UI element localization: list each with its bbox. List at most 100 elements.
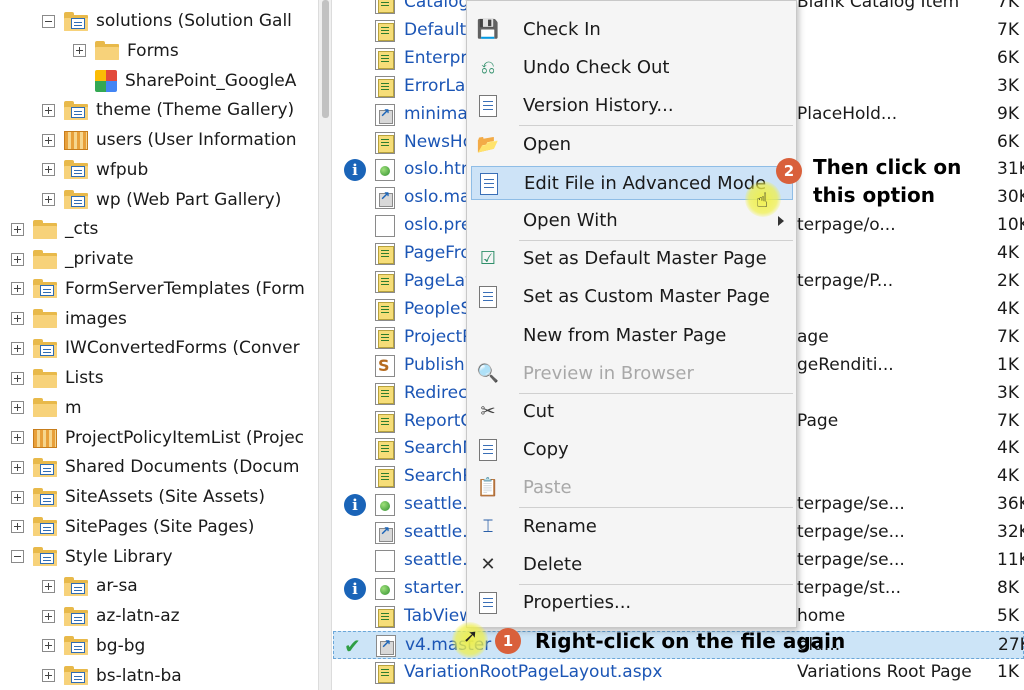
tree-item[interactable]: users (User Information [42, 126, 297, 154]
tree-item[interactable]: bs-latn-ba [42, 662, 182, 690]
tree-item[interactable]: ProjectPolicyItemList (Projec [11, 424, 304, 452]
submenu-arrow-icon [778, 216, 784, 226]
tree-item[interactable]: SharePoint_GoogleA [73, 67, 296, 95]
expand-icon[interactable] [11, 341, 24, 355]
scrollbar-thumb[interactable] [322, 0, 329, 118]
menu-item-new-from-master-page[interactable]: New from Master Page [467, 319, 796, 353]
expand-icon[interactable] [11, 312, 24, 325]
menu-item-rename[interactable]: ⌶ Rename [467, 510, 796, 544]
tree-item[interactable]: SitePages (Site Pages) [11, 513, 254, 541]
file-row[interactable]: VariationRootPageLayout.aspx Variations R… [333, 659, 1024, 687]
menu-item-label: Set as Default Master Page [523, 248, 767, 270]
tree-item[interactable]: IWConvertedForms (Conver [11, 334, 300, 362]
expand-icon[interactable] [11, 222, 24, 236]
menu-item-undo-check-out[interactable]: ⎌ Undo Check Out [467, 51, 796, 85]
expand-icon[interactable] [42, 579, 55, 593]
expand-icon[interactable] [42, 103, 55, 117]
info-icon: i [344, 494, 366, 517]
tree-item[interactable]: images [11, 305, 127, 333]
tree-item[interactable]: _cts [11, 215, 98, 243]
tree-item-label: Style Library [65, 546, 173, 567]
expand-icon[interactable] [42, 163, 55, 177]
file-size: 10K [997, 215, 1024, 236]
file-desc: geRenditi... [797, 354, 894, 375]
html-file-icon [375, 494, 395, 517]
checked-out-icon: ✔ [344, 633, 361, 658]
menu-item-check-in[interactable]: 💾 Check In [467, 13, 796, 47]
file-size: 36K [997, 494, 1024, 515]
menu-item-open-with[interactable]: Open With [467, 204, 796, 238]
menu-item-open[interactable]: 📂 Open [467, 128, 796, 162]
tree-item[interactable]: wp (Web Part Gallery) [42, 186, 281, 214]
aspx-file-icon [375, 75, 395, 98]
tree-item[interactable]: Forms [73, 37, 179, 65]
tree-item[interactable]: FormServerTemplates (Form [11, 275, 305, 303]
aspx-file-icon [375, 271, 395, 293]
expand-icon[interactable] [42, 669, 55, 682]
tree-scrollbar[interactable] [318, 0, 332, 690]
tree-item-label: bg-bg [96, 635, 146, 656]
file-size: 9K [997, 103, 1019, 124]
aspx-file-icon [375, 131, 395, 154]
expand-icon[interactable] [11, 282, 24, 296]
collapse-icon[interactable] [42, 14, 55, 28]
tree-item[interactable]: Style Library [11, 543, 173, 571]
tree-item[interactable]: ar-sa [42, 572, 138, 600]
file-size: 30K [997, 187, 1024, 208]
tree-item[interactable]: bg-bg [42, 632, 145, 660]
menu-item-label: Edit File in Advanced Mode [524, 172, 767, 194]
tree-item[interactable]: Shared Documents (Docum [11, 453, 299, 481]
menu-item-properties[interactable]: Properties... [467, 586, 796, 620]
expand-icon[interactable] [11, 520, 24, 534]
tree-item[interactable]: wfpub [42, 156, 148, 184]
tree-item[interactable]: _private [11, 245, 134, 273]
expand-icon[interactable] [42, 133, 55, 147]
tree-item[interactable]: Lists [11, 364, 104, 392]
tree-item-label: wp (Web Part Gallery) [96, 189, 282, 210]
document-library-icon [33, 338, 57, 358]
expand-icon[interactable] [11, 490, 24, 504]
file-desc: age [797, 326, 829, 347]
menu-item-label: Check In [523, 19, 601, 40]
menu-item-label: Copy [523, 439, 569, 461]
tree-item[interactable]: SiteAssets (Site Assets) [11, 483, 265, 511]
master-file-icon [375, 522, 395, 545]
menu-item-label: Set as Custom Master Page [523, 286, 770, 308]
tree-item-label: SitePages (Site Pages) [65, 516, 255, 537]
tree-item-label: SharePoint_GoogleA [125, 70, 297, 91]
version-history-icon [475, 93, 501, 119]
file-desc: terpage/o... [797, 215, 896, 236]
tree-item[interactable]: m [11, 394, 82, 422]
menu-item-set-as-custom-master-page[interactable]: Set as Custom Master Page [467, 280, 796, 314]
blank-file-icon [375, 215, 395, 238]
tree-item-label: Lists [65, 368, 104, 388]
menu-separator [519, 240, 793, 241]
expand-icon[interactable] [73, 44, 86, 58]
file-size: 7K [997, 0, 1019, 12]
expand-icon[interactable] [11, 460, 24, 474]
menu-item-copy[interactable]: Copy [467, 433, 796, 467]
file-size: 1K [997, 661, 1019, 682]
file-size: 7K [997, 19, 1019, 40]
menu-item-delete[interactable]: ✕ Delete [467, 548, 796, 582]
collapse-icon[interactable] [11, 550, 24, 563]
expand-icon[interactable] [11, 252, 24, 266]
expand-icon[interactable] [42, 193, 55, 206]
expand-icon[interactable] [11, 431, 24, 444]
file-size: 32K [997, 522, 1024, 543]
expand-icon[interactable] [42, 639, 55, 653]
menu-item-set-as-default-master-page[interactable]: ☑ Set as Default Master Page [467, 242, 796, 276]
expand-icon[interactable] [42, 609, 55, 623]
tree-item[interactable]: az-latn-az [42, 602, 180, 630]
expand-icon[interactable] [11, 401, 24, 415]
menu-item-cut[interactable]: ✂ Cut [467, 395, 796, 429]
document-library-icon [64, 100, 88, 120]
file-name: VariationRootPageLayout.aspx [404, 661, 663, 682]
aspx-file-icon [375, 466, 395, 489]
expand-icon[interactable] [11, 371, 24, 385]
menu-item-version-history[interactable]: Version History... [467, 89, 796, 123]
tree-item[interactable]: theme (Theme Gallery) [42, 96, 294, 124]
tree-item[interactable]: solutions (Solution Gall [42, 7, 292, 35]
paste-icon: 📋 [476, 477, 500, 499]
menu-item-label: Cut [523, 401, 555, 422]
